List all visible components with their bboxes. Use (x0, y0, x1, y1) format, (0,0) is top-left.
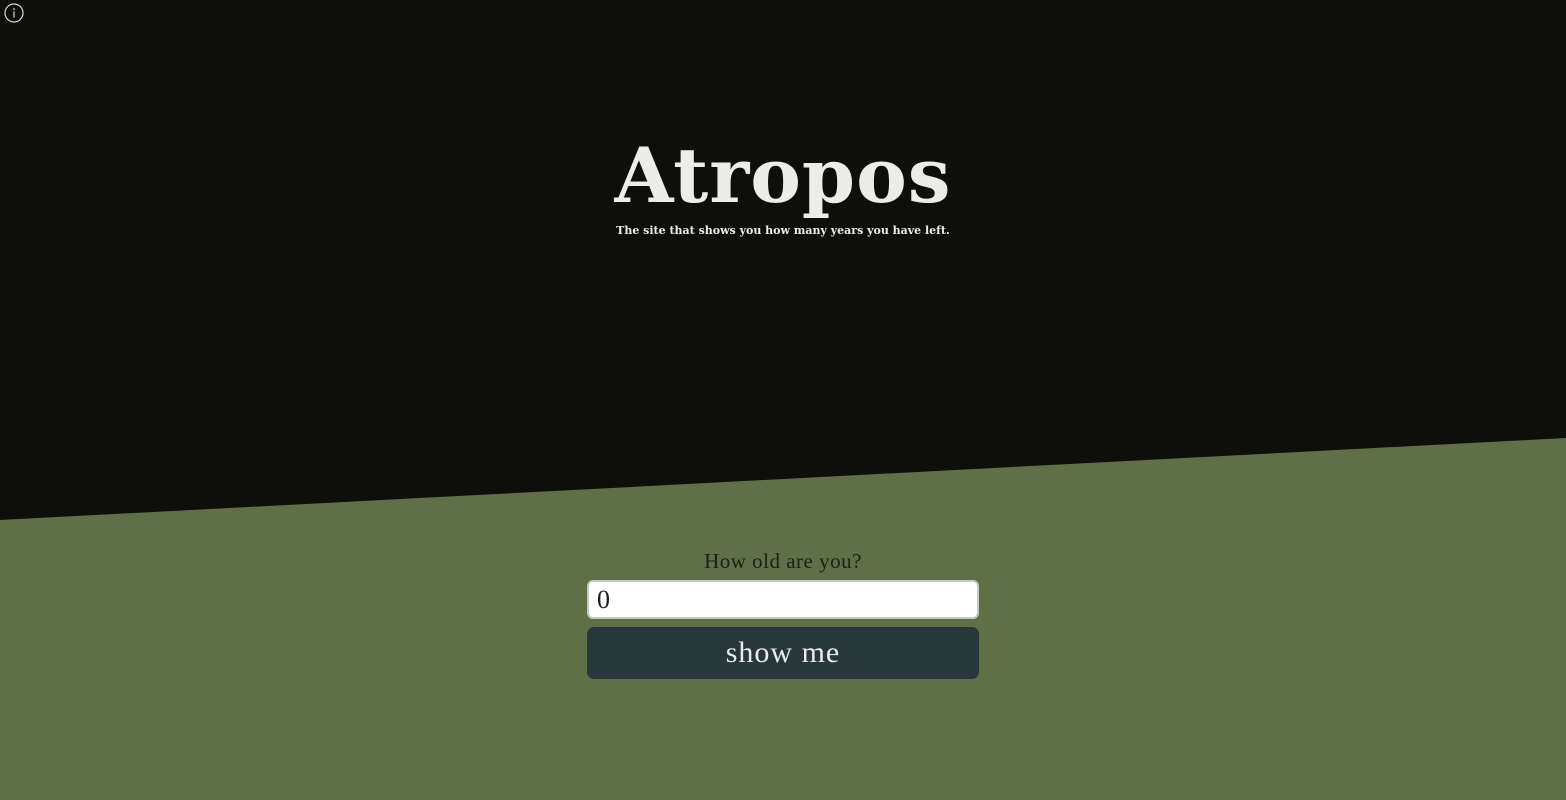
site-title: Atropos (614, 131, 952, 220)
show-me-button[interactable]: show me (587, 627, 979, 679)
page: Atropos The site that shows you how many… (0, 0, 1566, 800)
age-input[interactable] (587, 580, 979, 619)
green-background-band (0, 438, 1566, 800)
hero: Atropos The site that shows you how many… (0, 130, 1566, 237)
age-question-label: How old are you? (704, 549, 862, 573)
info-icon[interactable] (4, 3, 24, 23)
site-subtitle: The site that shows you how many years y… (616, 224, 950, 237)
age-form: How old are you? show me (587, 546, 979, 679)
